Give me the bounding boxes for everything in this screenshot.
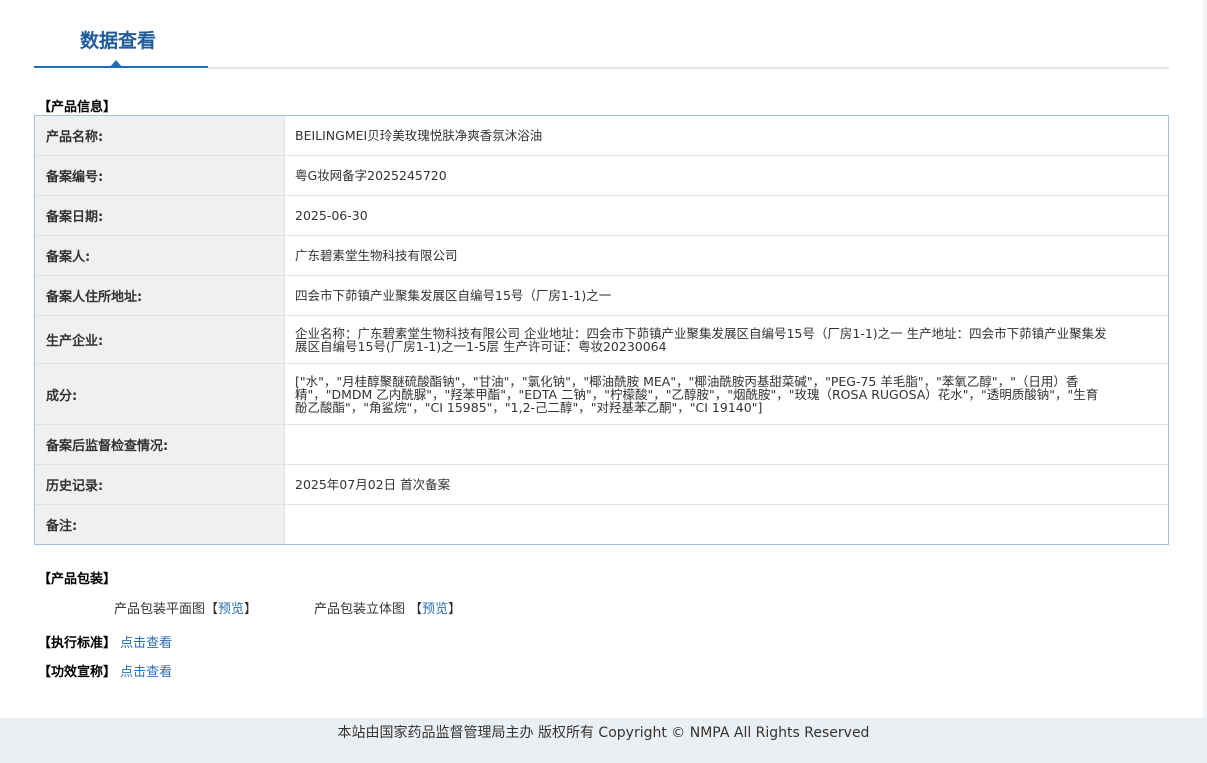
- row-label-history: 历史记录:: [35, 465, 285, 504]
- packaging-flat-close: 】: [244, 602, 258, 617]
- row-value-filing-date: 2025-06-30: [295, 208, 368, 223]
- footer-copyright: 本站由国家药品监督管理局主办 版权所有 Copyright © NMPA All…: [337, 725, 870, 741]
- efficacy-label: 【功效宣称】: [38, 665, 117, 680]
- packaging-stereo-close: 】: [448, 602, 462, 617]
- row-label-post-filing-inspection: 备案后监督检查情况:: [35, 425, 285, 464]
- table-row: 产品名称: BEILINGMEI贝玲美玫瑰悦肤净爽香氛沐浴油: [35, 116, 1168, 156]
- row-value-manufacturer: 企业名称：广东碧素堂生物科技有限公司 企业地址：四会市下茆镇产业聚集发展区自编号…: [295, 325, 1107, 354]
- table-row: 生产企业: 企业名称：广东碧素堂生物科技有限公司 企业地址：四会市下茆镇产业聚集…: [35, 316, 1168, 364]
- packaging-stereo: 产品包装立体图 【预览】: [314, 598, 461, 617]
- row-value-history: 2025年07月02日 首次备案: [295, 477, 451, 492]
- product-info-table: 产品名称: BEILINGMEI贝玲美玫瑰悦肤净爽香氛沐浴油 备案编号: 粤G妆…: [34, 115, 1169, 545]
- preview-flat-link[interactable]: 预览: [218, 602, 244, 617]
- packaging-flat-label: 产品包装平面图【: [114, 602, 219, 617]
- active-tab-indicator-icon: [110, 60, 122, 67]
- row-value-filing-number: 粤G妆网备字2025245720: [295, 168, 447, 183]
- row-label-ingredients: 成分:: [35, 364, 285, 424]
- standard-row: 【执行标准】 点击查看: [38, 632, 172, 651]
- row-label-filing-number: 备案编号:: [35, 156, 285, 195]
- packaging-stereo-label: 产品包装立体图 【: [314, 602, 423, 617]
- tab-divider: [208, 67, 1169, 69]
- table-row: 备案人: 广东碧素堂生物科技有限公司: [35, 236, 1168, 276]
- table-row: 备注:: [35, 505, 1168, 544]
- right-border: [1203, 0, 1207, 718]
- packaging-heading: 【产品包装】: [38, 572, 117, 587]
- standard-view-link[interactable]: 点击查看: [120, 636, 172, 651]
- footer: 本站由国家药品监督管理局主办 版权所有 Copyright © NMPA All…: [0, 718, 1207, 763]
- row-label-filer: 备案人:: [35, 236, 285, 275]
- row-value-filer-address: 四会市下茆镇产业聚集发展区自编号15号（厂房1-1)之一: [295, 288, 612, 303]
- row-label-manufacturer: 生产企业:: [35, 316, 285, 363]
- efficacy-row: 【功效宣称】 点击查看: [38, 661, 172, 680]
- table-row: 历史记录: 2025年07月02日 首次备案: [35, 465, 1168, 505]
- row-value-filer: 广东碧素堂生物科技有限公司: [295, 248, 458, 263]
- tab-data-view-label: 数据查看: [80, 30, 157, 52]
- product-info-heading: 【产品信息】: [38, 100, 117, 115]
- table-row: 备案人住所地址: 四会市下茆镇产业聚集发展区自编号15号（厂房1-1)之一: [35, 276, 1168, 316]
- table-row: 备案日期: 2025-06-30: [35, 196, 1168, 236]
- table-row: 备案后监督检查情况:: [35, 425, 1168, 465]
- row-value-product-name: BEILINGMEI贝玲美玫瑰悦肤净爽香氛沐浴油: [295, 128, 543, 143]
- row-value-remarks: [285, 505, 1168, 544]
- standard-label: 【执行标准】: [38, 636, 117, 651]
- row-label-filing-date: 备案日期:: [35, 196, 285, 235]
- preview-stereo-link[interactable]: 预览: [422, 602, 448, 617]
- table-row: 备案编号: 粤G妆网备字2025245720: [35, 156, 1168, 196]
- tab-data-view[interactable]: 数据查看: [34, 0, 208, 68]
- row-value-ingredients: ["水"，"月桂醇聚醚硫酸酯钠"，"甘油"，"氯化钠"，"椰油酰胺 MEA"，"…: [295, 373, 1099, 415]
- packaging-flat: 产品包装平面图【预览】: [114, 598, 257, 617]
- row-label-product-name: 产品名称:: [35, 116, 285, 155]
- row-label-remarks: 备注:: [35, 505, 285, 544]
- tab-bar: 数据查看: [34, 0, 1169, 70]
- row-value-post-filing-inspection: [285, 425, 1168, 464]
- efficacy-view-link[interactable]: 点击查看: [120, 665, 172, 680]
- table-row: 成分: ["水"，"月桂醇聚醚硫酸酯钠"，"甘油"，"氯化钠"，"椰油酰胺 ME…: [35, 364, 1168, 425]
- row-label-filer-address: 备案人住所地址:: [35, 276, 285, 315]
